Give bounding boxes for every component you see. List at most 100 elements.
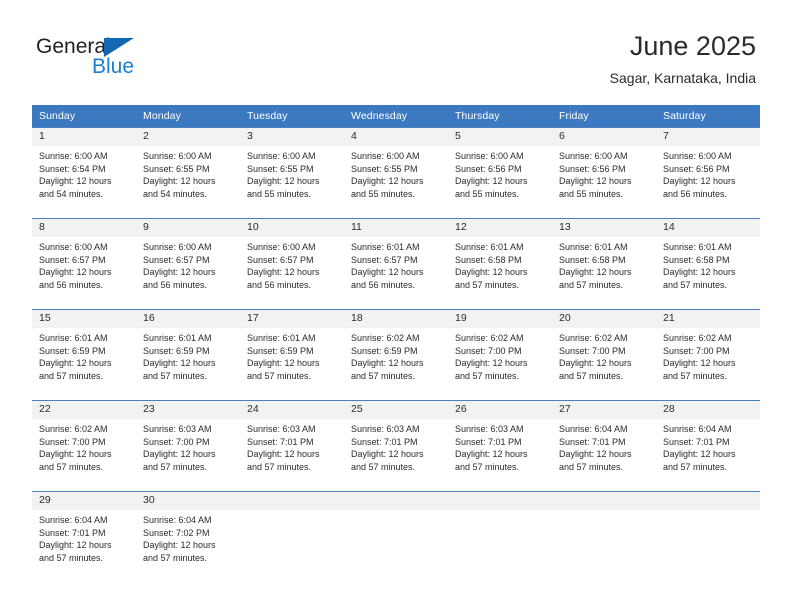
calendar-day-cell[interactable]: 18 Sunrise: 6:02 AM Sunset: 6:59 PM Dayligh… — [344, 309, 448, 401]
sunset-time: Sunset: 6:59 PM — [351, 345, 418, 356]
daylight-duration-line1: Daylight: 12 hours — [559, 176, 632, 187]
day-number: 4 — [344, 128, 448, 146]
daylight-duration-line1: Daylight: 12 hours — [455, 267, 528, 278]
sunrise-time: Sunrise: 6:00 AM — [247, 242, 316, 252]
daylight-duration-line2: and 55 minutes. — [559, 188, 624, 199]
logo-text-blue: Blue — [92, 55, 135, 78]
calendar-day-cell[interactable]: 17 Sunrise: 6:01 AM Sunset: 6:59 PM Dayligh… — [240, 309, 344, 401]
calendar-day-cell[interactable]: 11 Sunrise: 6:01 AM Sunset: 6:57 PM Dayligh… — [344, 218, 448, 310]
calendar-day-cell[interactable]: 1 Sunrise: 6:00 AM Sunset: 6:54 PM Daylight… — [32, 127, 136, 219]
calendar-day-cell[interactable]: 10 Sunrise: 6:00 AM Sunset: 6:57 PM Dayligh… — [240, 218, 344, 310]
daylight-duration-line1: Daylight: 12 hours — [143, 540, 216, 551]
sunset-time: Sunset: 7:00 PM — [559, 345, 626, 356]
sunrise-time: Sunrise: 6:00 AM — [143, 151, 212, 161]
day-number: 25 — [344, 401, 448, 419]
daylight-duration-line1: Daylight: 12 hours — [143, 176, 216, 187]
sunrise-time: Sunrise: 6:01 AM — [559, 242, 628, 252]
calendar-day-cell-empty — [552, 491, 656, 582]
daylight-duration-line2: and 57 minutes. — [663, 461, 728, 472]
weekday-header-cell: Wednesday — [344, 105, 448, 128]
calendar-week-row: 29 Sunrise: 6:04 AM Sunset: 7:01 PM Dayligh… — [32, 491, 760, 582]
daylight-duration-line2: and 57 minutes. — [351, 370, 416, 381]
calendar-day-cell[interactable]: 14 Sunrise: 6:01 AM Sunset: 6:58 PM Dayligh… — [656, 218, 760, 310]
calendar-day-cell[interactable]: 28 Sunrise: 6:04 AM Sunset: 7:01 PM Dayligh… — [656, 400, 760, 492]
daylight-duration-line1: Daylight: 12 hours — [247, 449, 320, 460]
daylight-duration-line2: and 57 minutes. — [559, 279, 624, 290]
day-number: 28 — [656, 401, 760, 419]
day-number: 21 — [656, 310, 760, 328]
sunrise-time: Sunrise: 6:00 AM — [559, 151, 628, 161]
sunset-time: Sunset: 6:55 PM — [247, 163, 314, 174]
calendar-day-cell[interactable]: 25 Sunrise: 6:03 AM Sunset: 7:01 PM Dayligh… — [344, 400, 448, 492]
day-number: 24 — [240, 401, 344, 419]
day-details: Sunrise: 6:02 AM Sunset: 7:00 PM Daylight:… — [552, 328, 656, 382]
day-number: 1 — [32, 128, 136, 146]
calendar-day-cell[interactable]: 19 Sunrise: 6:02 AM Sunset: 7:00 PM Dayligh… — [448, 309, 552, 401]
day-number — [448, 492, 552, 510]
sunrise-time: Sunrise: 6:03 AM — [247, 424, 316, 434]
calendar-day-cell[interactable]: 26 Sunrise: 6:03 AM Sunset: 7:01 PM Dayligh… — [448, 400, 552, 492]
daylight-duration-line1: Daylight: 12 hours — [143, 358, 216, 369]
sunrise-time: Sunrise: 6:00 AM — [455, 151, 524, 161]
daylight-duration-line2: and 56 minutes. — [351, 279, 416, 290]
calendar-day-cell[interactable]: 24 Sunrise: 6:03 AM Sunset: 7:01 PM Dayligh… — [240, 400, 344, 492]
day-number: 5 — [448, 128, 552, 146]
calendar-day-cell[interactable]: 5 Sunrise: 6:00 AM Sunset: 6:56 PM Daylight… — [448, 127, 552, 219]
calendar-header-row: Sunday Monday Tuesday Wednesday Thursday Frid… — [32, 105, 760, 128]
general-blue-logo[interactable]: General Blue — [36, 36, 236, 86]
calendar-day-cell[interactable]: 7 Sunrise: 6:00 AM Sunset: 6:56 PM Daylight… — [656, 127, 760, 219]
daylight-duration-line1: Daylight: 12 hours — [247, 358, 320, 369]
daylight-duration-line2: and 57 minutes. — [559, 461, 624, 472]
calendar-day-cell[interactable]: 29 Sunrise: 6:04 AM Sunset: 7:01 PM Dayligh… — [32, 491, 136, 582]
daylight-duration-line1: Daylight: 12 hours — [39, 358, 112, 369]
sunset-time: Sunset: 6:56 PM — [455, 163, 522, 174]
calendar-day-cell[interactable]: 16 Sunrise: 6:01 AM Sunset: 6:59 PM Dayligh… — [136, 309, 240, 401]
calendar-day-cell[interactable]: 12 Sunrise: 6:01 AM Sunset: 6:58 PM Dayligh… — [448, 218, 552, 310]
day-number: 16 — [136, 310, 240, 328]
sunrise-time: Sunrise: 6:00 AM — [247, 151, 316, 161]
day-details: Sunrise: 6:01 AM Sunset: 6:57 PM Daylight:… — [344, 237, 448, 291]
sunrise-time: Sunrise: 6:04 AM — [39, 515, 108, 525]
calendar-day-cell[interactable]: 27 Sunrise: 6:04 AM Sunset: 7:01 PM Dayligh… — [552, 400, 656, 492]
calendar-week-row: 15 Sunrise: 6:01 AM Sunset: 6:59 PM Dayligh… — [32, 309, 760, 401]
calendar-day-cell[interactable]: 3 Sunrise: 6:00 AM Sunset: 6:55 PM Daylight… — [240, 127, 344, 219]
sunset-time: Sunset: 6:57 PM — [247, 254, 314, 265]
sunset-time: Sunset: 6:59 PM — [39, 345, 106, 356]
daylight-duration-line2: and 57 minutes. — [663, 370, 728, 381]
calendar-day-cell[interactable]: 2 Sunrise: 6:00 AM Sunset: 6:55 PM Daylight… — [136, 127, 240, 219]
sunset-time: Sunset: 7:00 PM — [455, 345, 522, 356]
weekday-header-cell: Friday — [552, 105, 656, 128]
calendar-day-cell[interactable]: 23 Sunrise: 6:03 AM Sunset: 7:00 PM Dayligh… — [136, 400, 240, 492]
day-details: Sunrise: 6:00 AM Sunset: 6:56 PM Daylight:… — [448, 146, 552, 200]
day-number: 12 — [448, 219, 552, 237]
daylight-duration-line1: Daylight: 12 hours — [559, 358, 632, 369]
daylight-duration-line1: Daylight: 12 hours — [247, 176, 320, 187]
calendar-day-cell[interactable]: 21 Sunrise: 6:02 AM Sunset: 7:00 PM Dayligh… — [656, 309, 760, 401]
sunset-time: Sunset: 7:01 PM — [455, 436, 522, 447]
weekday-header-cell: Monday — [136, 105, 240, 128]
day-details: Sunrise: 6:00 AM Sunset: 6:56 PM Daylight:… — [552, 146, 656, 200]
daylight-duration-line1: Daylight: 12 hours — [455, 176, 528, 187]
daylight-duration-line1: Daylight: 12 hours — [39, 267, 112, 278]
day-details: Sunrise: 6:00 AM Sunset: 6:57 PM Daylight:… — [136, 237, 240, 291]
calendar-day-cell[interactable]: 13 Sunrise: 6:01 AM Sunset: 6:58 PM Dayligh… — [552, 218, 656, 310]
calendar-day-cell[interactable]: 22 Sunrise: 6:02 AM Sunset: 7:00 PM Dayligh… — [32, 400, 136, 492]
title-block: June 2025 Sagar, Karnataka, India — [610, 30, 756, 87]
daylight-duration-line1: Daylight: 12 hours — [247, 267, 320, 278]
weekday-header-cell: Saturday — [656, 105, 760, 128]
calendar-day-cell-empty — [240, 491, 344, 582]
calendar-day-cell[interactable]: 9 Sunrise: 6:00 AM Sunset: 6:57 PM Daylight… — [136, 218, 240, 310]
calendar-day-cell[interactable]: 20 Sunrise: 6:02 AM Sunset: 7:00 PM Dayligh… — [552, 309, 656, 401]
calendar-day-cell[interactable]: 30 Sunrise: 6:04 AM Sunset: 7:02 PM Dayligh… — [136, 491, 240, 582]
day-details: Sunrise: 6:01 AM Sunset: 6:58 PM Daylight:… — [552, 237, 656, 291]
calendar-day-cell-empty — [344, 491, 448, 582]
calendar-day-cell[interactable]: 6 Sunrise: 6:00 AM Sunset: 6:56 PM Daylight… — [552, 127, 656, 219]
sunrise-time: Sunrise: 6:02 AM — [455, 333, 524, 343]
sunrise-time: Sunrise: 6:02 AM — [663, 333, 732, 343]
calendar-day-cell[interactable]: 4 Sunrise: 6:00 AM Sunset: 6:55 PM Daylight… — [344, 127, 448, 219]
calendar-week-row: 22 Sunrise: 6:02 AM Sunset: 7:00 PM Dayligh… — [32, 400, 760, 492]
daylight-duration-line2: and 57 minutes. — [247, 461, 312, 472]
calendar-day-cell[interactable]: 15 Sunrise: 6:01 AM Sunset: 6:59 PM Dayligh… — [32, 309, 136, 401]
daylight-duration-line2: and 57 minutes. — [559, 370, 624, 381]
calendar-day-cell[interactable]: 8 Sunrise: 6:00 AM Sunset: 6:57 PM Daylight… — [32, 218, 136, 310]
